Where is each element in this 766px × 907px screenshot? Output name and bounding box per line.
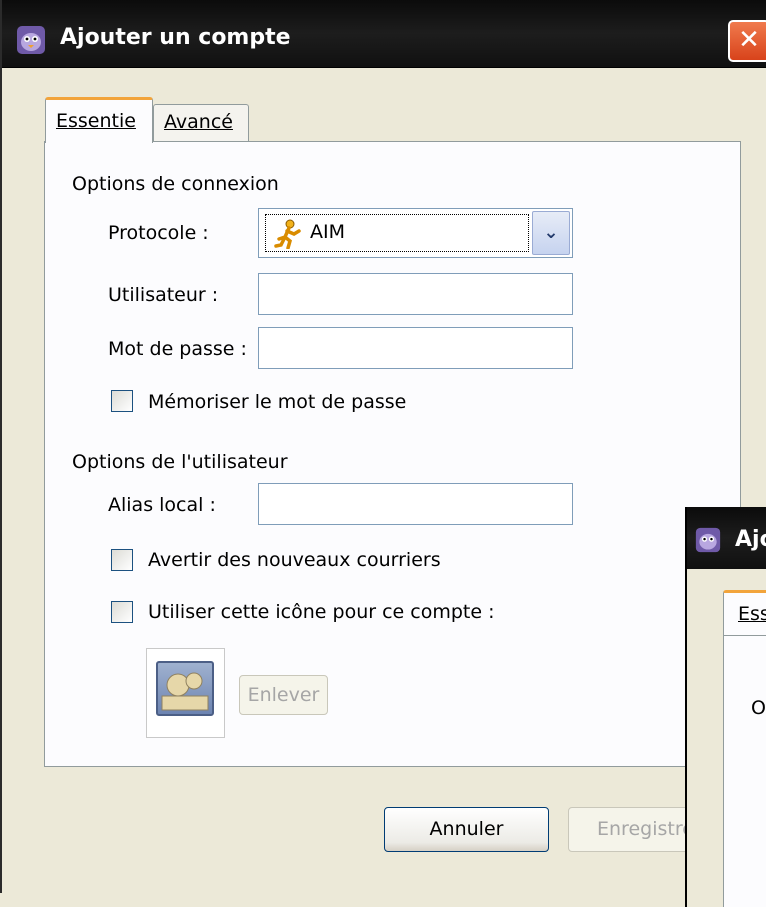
protocol-selection: AIM (265, 214, 529, 252)
password-label: Mot de passe : (108, 338, 247, 360)
remember-password-label: Mémoriser le mot de passe (148, 391, 407, 413)
user-options-heading: Options de l'utilisateur (72, 451, 288, 473)
second-window-panel (723, 633, 766, 907)
protocol-label: Protocole : (108, 222, 209, 244)
tab-essentials-label: Essentie (56, 110, 136, 132)
second-add-account-window: Ajo Ess O (685, 507, 766, 907)
close-button[interactable]: ✕ (728, 20, 766, 62)
title-bar[interactable]: Ajouter un compte ✕ (2, 0, 766, 68)
account-icon-preview[interactable] (146, 648, 225, 738)
use-icon-label: Utiliser cette icône pour ce compte : (148, 601, 495, 623)
aim-running-man-icon (274, 219, 301, 249)
password-input[interactable] (258, 327, 573, 369)
second-window-section-label: O (751, 697, 766, 719)
second-window-title-bar[interactable]: Ajo (687, 507, 766, 569)
buddy-icon (156, 661, 214, 716)
local-alias-label: Alias local : (108, 494, 216, 516)
connection-options-heading: Options de connexion (72, 173, 279, 195)
new-mail-label: Avertir des nouveaux courriers (148, 549, 441, 571)
username-label: Utilisateur : (108, 284, 219, 306)
username-input[interactable] (258, 273, 573, 315)
tab-advanced[interactable]: Avancé (153, 104, 249, 142)
chevron-down-icon[interactable]: ⌄ (532, 211, 570, 255)
second-window-title: Ajo (735, 527, 766, 552)
remember-password-checkbox[interactable] (111, 390, 133, 412)
local-alias-input[interactable] (258, 483, 573, 525)
second-window-tab-label: Ess (738, 603, 766, 625)
pidgin-icon (695, 527, 721, 553)
protocol-dropdown[interactable]: AIM ⌄ (258, 208, 573, 258)
window-title: Ajouter un compte (60, 25, 291, 50)
new-mail-checkbox[interactable] (111, 549, 133, 571)
second-window-tab-essentials[interactable]: Ess (723, 590, 766, 636)
cancel-button[interactable]: Annuler (384, 807, 549, 852)
remove-icon-button[interactable]: Enlever (239, 675, 328, 715)
pidgin-icon (17, 26, 45, 54)
add-account-window: Ajouter un compte ✕ Essentie Avancé Opti… (0, 0, 766, 893)
protocol-value: AIM (310, 221, 345, 243)
use-icon-checkbox[interactable] (111, 601, 133, 623)
tab-essentials[interactable]: Essentie (45, 97, 153, 143)
tab-advanced-label: Avancé (164, 111, 233, 133)
